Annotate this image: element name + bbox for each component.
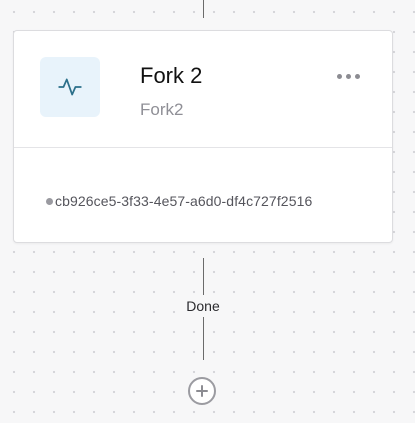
status-dot-icon bbox=[46, 197, 53, 205]
card-divider bbox=[14, 147, 392, 148]
more-options-button[interactable] bbox=[332, 65, 364, 87]
more-horizontal-icon bbox=[354, 73, 360, 79]
connector-line-top bbox=[203, 0, 204, 18]
more-horizontal-icon bbox=[345, 73, 351, 79]
more-horizontal-icon bbox=[336, 73, 342, 79]
node-id-row: cb926ce5-3f33-4e57-a6d0-df4c727f2516 bbox=[46, 193, 312, 209]
node-title: Fork 2 bbox=[140, 63, 203, 88]
workflow-node-card[interactable]: Fork 2 Fork2 cb926ce5-3f33-4e57-a6d0-df4… bbox=[13, 30, 393, 243]
edge-label: Done bbox=[178, 295, 228, 317]
node-subtitle: Fork2 bbox=[140, 100, 184, 119]
add-step-button[interactable] bbox=[188, 377, 216, 405]
node-id: cb926ce5-3f33-4e57-a6d0-df4c727f2516 bbox=[55, 193, 313, 209]
activity-pulse-icon bbox=[40, 57, 100, 117]
